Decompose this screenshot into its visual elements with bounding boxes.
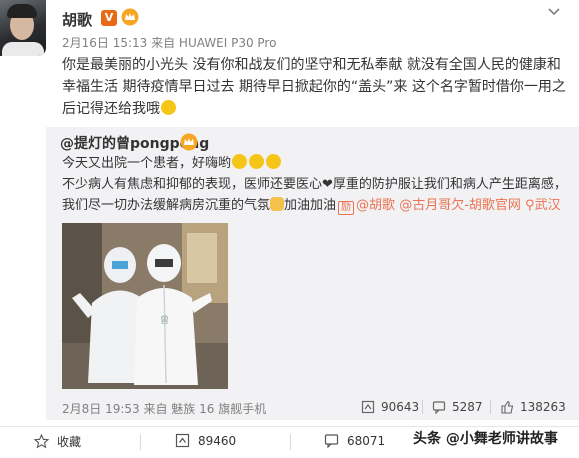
favorite-button[interactable]: 收藏 (34, 433, 81, 450)
star-icon (34, 434, 49, 449)
divider (490, 400, 491, 414)
comment-icon (324, 434, 339, 448)
comment-button[interactable]: 68071 (324, 433, 385, 448)
watermark: 头条 @小舞老师讲故事 (413, 431, 558, 447)
laugh-emoji-icon (232, 154, 248, 169)
encourage-icon: 励 (338, 201, 355, 215)
divider (422, 400, 423, 414)
repost-meta: 2月8日 19:53 来自 魅族 16 旗舰手机 (62, 402, 267, 416)
mention-link[interactable]: @胡歌 (356, 198, 395, 213)
repost-text: 今天又出院一个患者，好嗨哟 不少病人有焦虑和抑郁的表现，医师还要医心❤厚重的防护… (62, 154, 567, 215)
repost-icon (175, 433, 190, 448)
laugh-emoji-icon (249, 154, 265, 169)
caret-down-icon[interactable] (547, 4, 561, 18)
post-text: 你是最美丽的小光头 没有你和战友们的坚守和无私奉献 就没有全国人民的健康和幸福生… (62, 57, 566, 117)
author-name[interactable]: 胡歌 (62, 9, 92, 30)
svg-text:曾: 曾 (160, 314, 169, 326)
mention-link[interactable]: @古月哥欠-胡歌官网 (399, 198, 521, 213)
like-icon (501, 400, 514, 414)
fist-emoji-icon (270, 197, 285, 211)
avatar[interactable] (0, 0, 46, 56)
smile-emoji-icon (161, 100, 176, 115)
laugh-emoji-icon (266, 154, 282, 169)
divider (140, 434, 141, 450)
repost-button[interactable]: 89460 (175, 433, 236, 448)
medical-staff-photo: 曾 (62, 223, 228, 389)
crown-icon (121, 8, 139, 26)
like-count[interactable]: 138263 (500, 400, 566, 414)
post-meta: 2月16日 15:13 来自 HUAWEI P30 Pro (62, 36, 277, 50)
divider (290, 434, 291, 450)
location-link[interactable]: 武汉 (535, 198, 561, 213)
comment-count[interactable]: 5287 (432, 400, 483, 414)
comment-icon (432, 401, 446, 414)
repost-count[interactable]: 90643 (361, 400, 419, 414)
repost-photo[interactable]: 曾 (62, 223, 228, 389)
verified-badge: V (101, 10, 117, 26)
location-pin-icon: ⚲ (525, 198, 535, 213)
repost-icon (361, 400, 375, 414)
crown-icon (180, 133, 198, 151)
